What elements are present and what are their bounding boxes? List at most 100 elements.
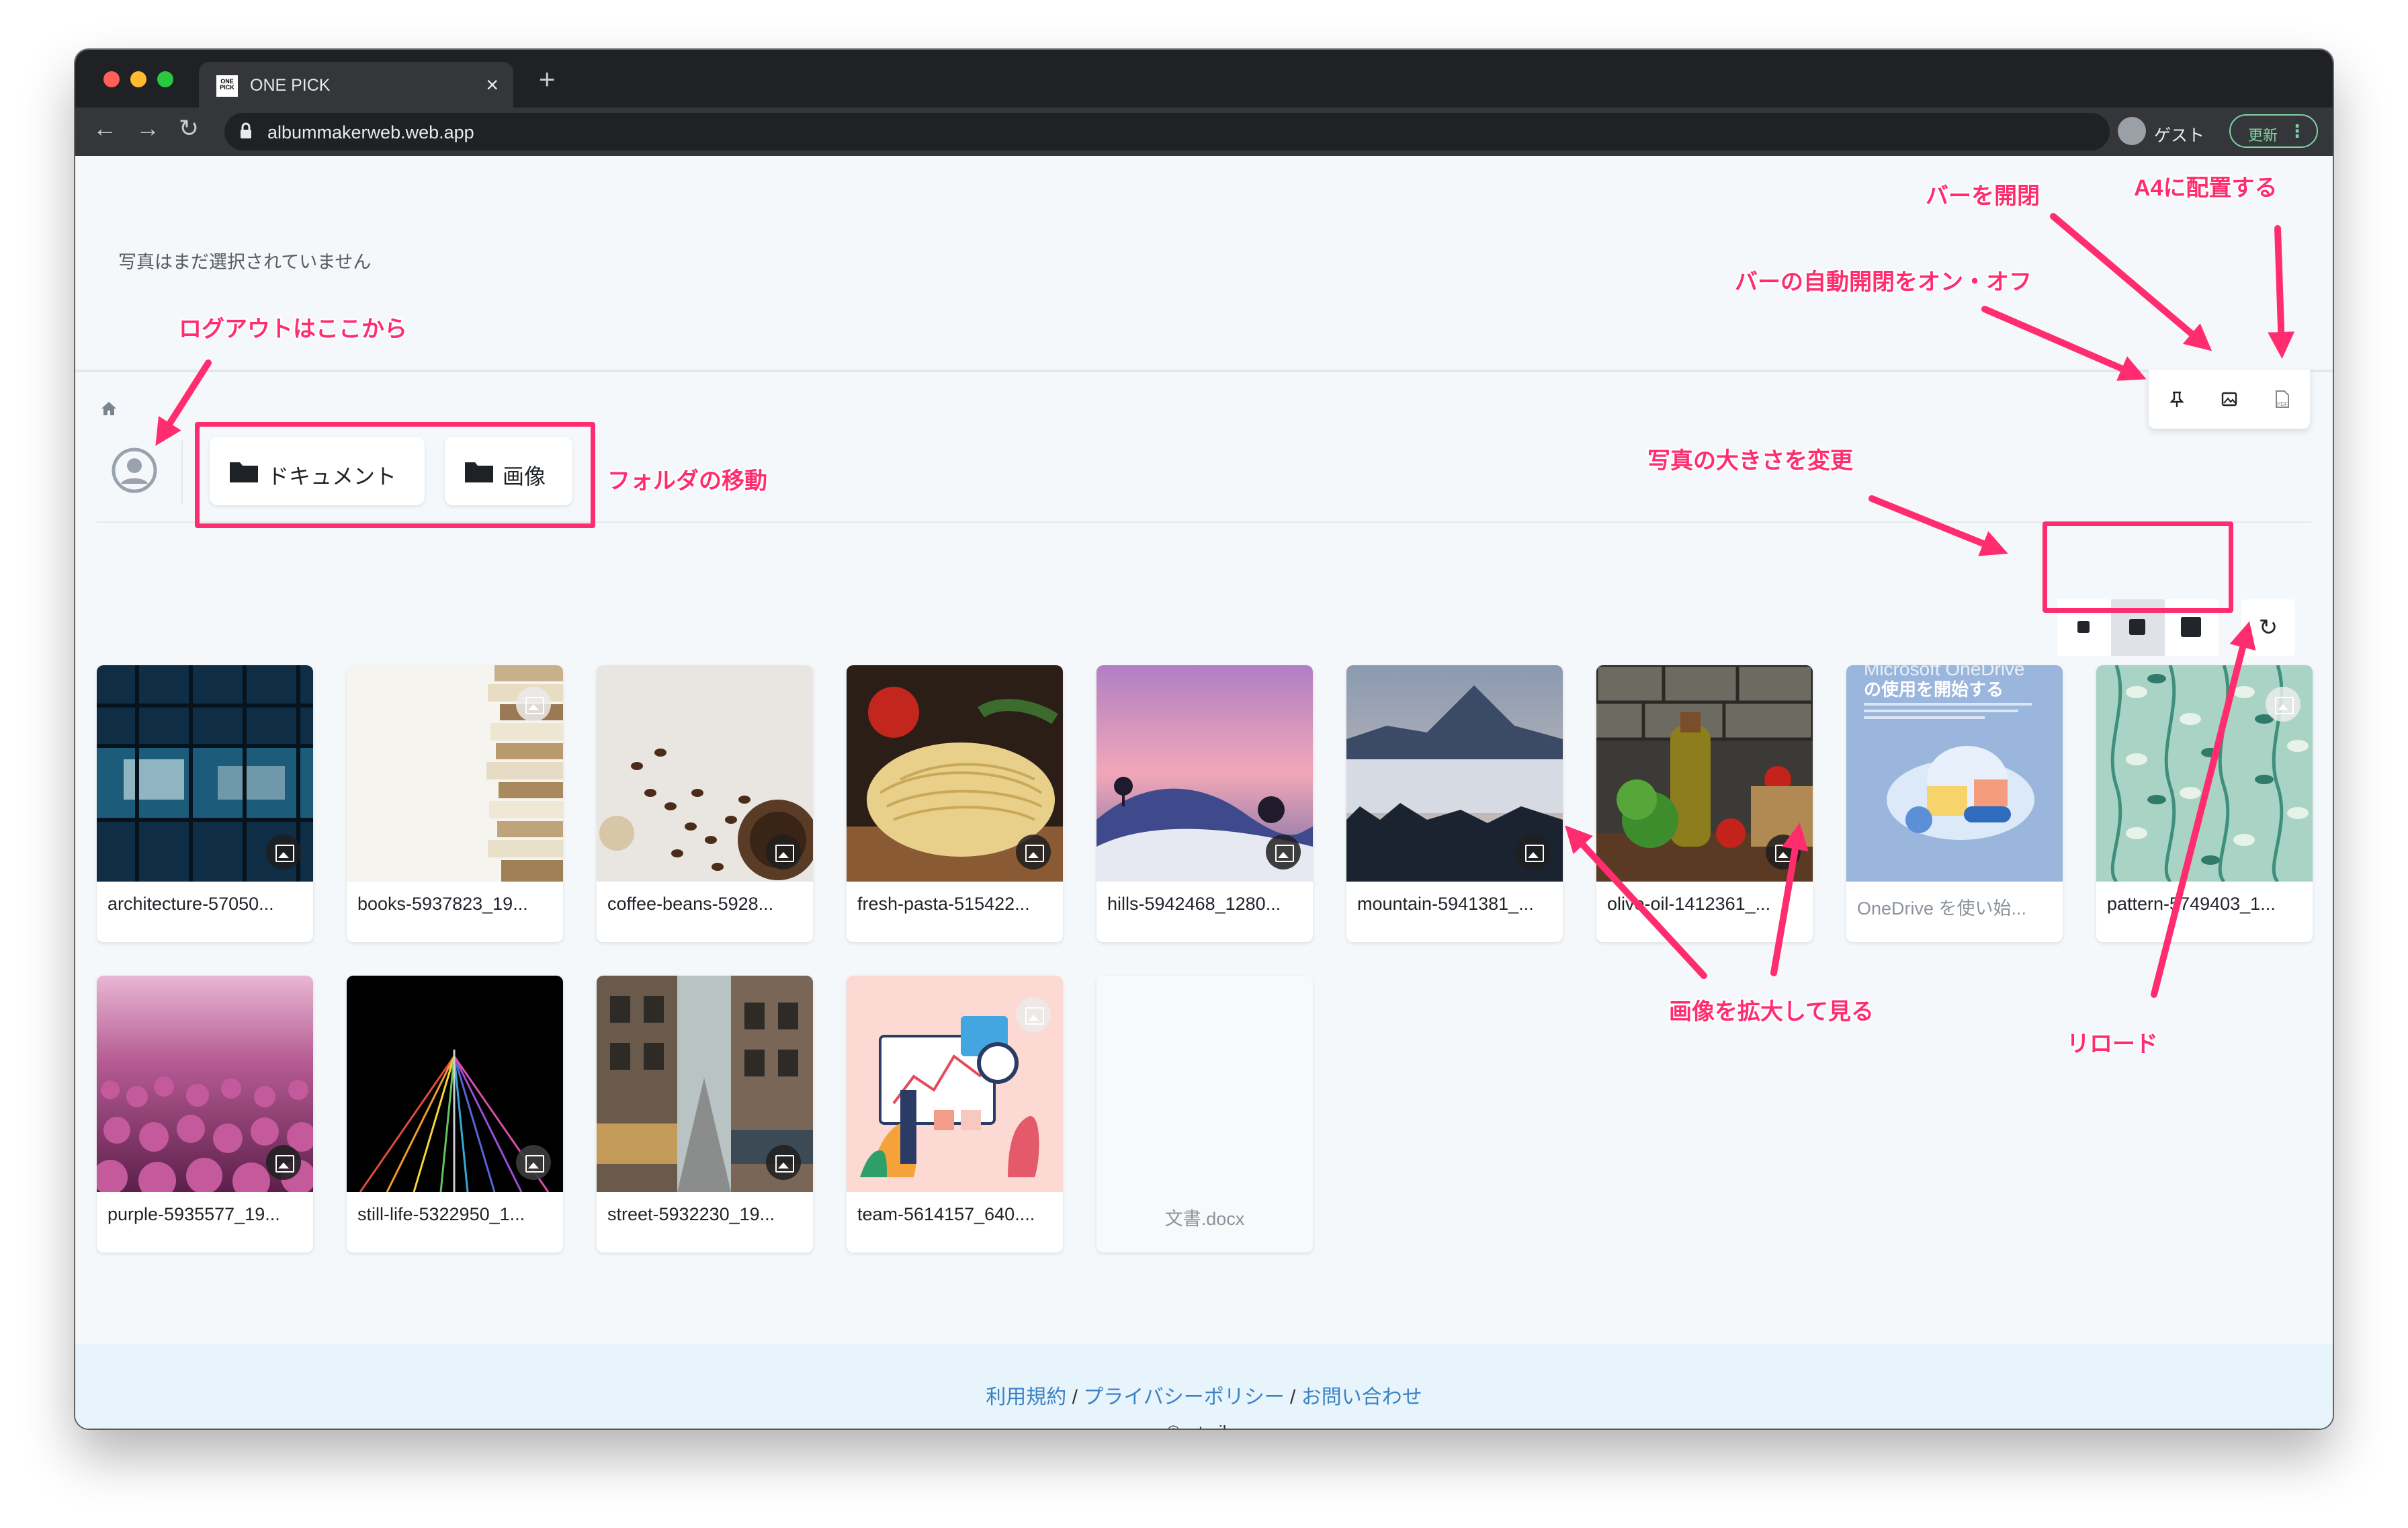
zoom-image-icon[interactable]: [1266, 835, 1301, 869]
file-name: fresh-pasta-515422...: [857, 894, 1030, 914]
file-card-fresh-pasta[interactable]: fresh-pasta-515422...: [847, 665, 1063, 942]
thumbnail-mountain: [1346, 665, 1563, 882]
reload-button[interactable]: ↻: [2241, 599, 2295, 656]
file-name: hills-5942468_1280...: [1107, 894, 1281, 914]
annotation-auto-bar: バーの自動開閉をオン・オフ: [1735, 269, 2032, 295]
thumbnail-purple: [97, 976, 313, 1192]
tab-title: ONE PICK: [250, 76, 331, 95]
home-icon[interactable]: [99, 399, 118, 418]
file-card-architecture[interactable]: architecture-57050...: [97, 665, 313, 942]
file-card-onedrive[interactable]: Microsoft OneDrive の使用を開始する OneDrive を使い…: [1846, 665, 2063, 942]
folder-highlight-box: [195, 422, 595, 528]
terms-link[interactable]: 利用規約: [986, 1386, 1066, 1408]
file-card-still-life[interactable]: still-life-5322950_1...: [347, 976, 563, 1253]
thumbnail-olive-oil: [1596, 665, 1813, 882]
zoom-image-icon[interactable]: [766, 1145, 801, 1180]
reload-icon: ↻: [2258, 615, 2278, 640]
file-card-coffee-beans[interactable]: coffee-beans-5928...: [597, 665, 813, 942]
thumbnail-coffee-beans: [597, 665, 813, 882]
tab-close-icon[interactable]: ×: [486, 73, 499, 97]
pdf-icon[interactable]: PDF: [2270, 387, 2294, 411]
file-name: OneDrive を使い始...: [1857, 898, 2027, 919]
thumbnail-still-life: [347, 976, 563, 1192]
reload-page-icon[interactable]: ↻: [179, 114, 199, 142]
url-text: albummakerweb.web.app: [267, 122, 474, 142]
file-card-hills[interactable]: hills-5942468_1280...: [1096, 665, 1313, 942]
zoom-image-icon[interactable]: [516, 1145, 551, 1180]
thumbnail-hills: [1096, 665, 1313, 882]
zoom-image-icon[interactable]: [2266, 687, 2300, 722]
zoom-image-icon[interactable]: [266, 835, 301, 869]
pin-icon[interactable]: [2165, 387, 2189, 411]
thumbnail-fresh-pasta: [847, 665, 1063, 882]
file-name: team-5614157_640....: [857, 1204, 1035, 1224]
zoom-image-icon[interactable]: [1766, 835, 1801, 869]
file-name: books-5937823_19...: [357, 894, 528, 914]
browser-tab[interactable]: ONE PICK ONE PICK ×: [199, 62, 513, 108]
new-tab-icon[interactable]: +: [539, 63, 556, 95]
minimize-window-button[interactable]: [130, 71, 146, 87]
annotation-zoom: 画像を拡大して見る: [1669, 999, 1874, 1025]
update-label: 更新: [2248, 127, 2278, 144]
tab-strip: ONE PICK ONE PICK × +: [75, 50, 2333, 108]
profile-label: ゲスト: [2154, 126, 2205, 145]
annotation-photo-size: 写真の大きさを変更: [1647, 448, 1853, 474]
favicon-icon: ONE PICK: [216, 75, 238, 97]
zoom-image-icon[interactable]: [1516, 835, 1551, 869]
file-name: pattern-5749403_1...: [2107, 894, 2276, 914]
browser-window: ONE PICK ONE PICK × + ← → ↻ albummakerwe…: [75, 50, 2333, 1429]
annotation-logout: ログアウトはここから: [179, 316, 407, 342]
maximize-window-button[interactable]: [157, 71, 173, 87]
file-card-document[interactable]: 文書.docx: [1096, 976, 1313, 1253]
privacy-link[interactable]: プライバシーポリシー: [1083, 1386, 1284, 1408]
small-image-icon: [2077, 621, 2090, 633]
copyright: ©yuta-ike: [75, 1422, 2333, 1429]
file-card-street[interactable]: street-5932230_19...: [597, 976, 813, 1253]
thumbnail-document: [1096, 976, 1313, 1192]
back-icon[interactable]: ←: [93, 114, 117, 142]
lock-icon: [241, 122, 251, 138]
tool-bar: PDF: [2149, 370, 2310, 429]
close-window-button[interactable]: [103, 71, 120, 87]
zoom-image-icon[interactable]: [266, 1145, 301, 1180]
thumbnail-street: [597, 976, 813, 1192]
zoom-image-icon[interactable]: [766, 835, 801, 869]
contact-link[interactable]: お問い合わせ: [1301, 1386, 1422, 1408]
zoom-image-icon[interactable]: [516, 687, 551, 722]
file-name: purple-5935577_19...: [108, 1204, 280, 1224]
annotation-bar-open: バーを開閉: [1926, 183, 2040, 209]
more-menu-icon[interactable]: ⋮: [2288, 121, 2306, 142]
file-name: 文書.docx: [1164, 1209, 1245, 1229]
profile-avatar-icon: [2118, 117, 2146, 145]
footer-separator: /: [1072, 1386, 1078, 1408]
zoom-image-icon[interactable]: [1016, 997, 1051, 1032]
forward-icon[interactable]: →: [136, 114, 160, 142]
image-icon[interactable]: [2217, 387, 2241, 411]
svg-text:PDF: PDF: [2277, 401, 2288, 407]
file-card-olive-oil[interactable]: olive-oil-1412361_...: [1596, 665, 1813, 942]
annotation-a4: A4に配置する: [2134, 175, 2278, 201]
folder-separator: [181, 441, 183, 504]
zoom-image-icon[interactable]: [1016, 835, 1051, 869]
account-avatar-icon[interactable]: [112, 448, 157, 493]
footer: 利用規約 / プライバシーポリシー / お問い合わせ ©yuta-ike: [75, 1344, 2333, 1429]
browser-toolbar: ← → ↻ albummakerweb.web.app ゲスト 更新 ⋮: [75, 108, 2333, 156]
annotation-reload: リロード: [2067, 1031, 2158, 1057]
thumbnail-books: [347, 665, 563, 882]
file-card-team[interactable]: team-5614157_640....: [847, 976, 1063, 1253]
thumbnail-architecture: [97, 665, 313, 882]
file-name: still-life-5322950_1...: [357, 1204, 525, 1224]
header-divider: [75, 370, 2333, 372]
thumbnail-team: [847, 976, 1063, 1192]
file-name: olive-oil-1412361_...: [1607, 894, 1771, 914]
file-card-pattern[interactable]: pattern-5749403_1...: [2096, 665, 2313, 942]
file-card-books[interactable]: books-5937823_19...: [347, 665, 563, 942]
file-name: mountain-5941381_...: [1357, 894, 1534, 914]
file-card-mountain[interactable]: mountain-5941381_...: [1346, 665, 1563, 942]
size-highlight-box: [2042, 521, 2233, 613]
file-name: coffee-beans-5928...: [607, 894, 774, 914]
update-button[interactable]: 更新 ⋮: [2229, 114, 2318, 148]
file-card-purple[interactable]: purple-5935577_19...: [97, 976, 313, 1253]
page-content: 写真はまだ選択されていません PDF ドキュメント 画像 ↻ architect…: [75, 156, 2333, 1429]
address-bar[interactable]: albummakerweb.web.app: [224, 113, 2110, 151]
